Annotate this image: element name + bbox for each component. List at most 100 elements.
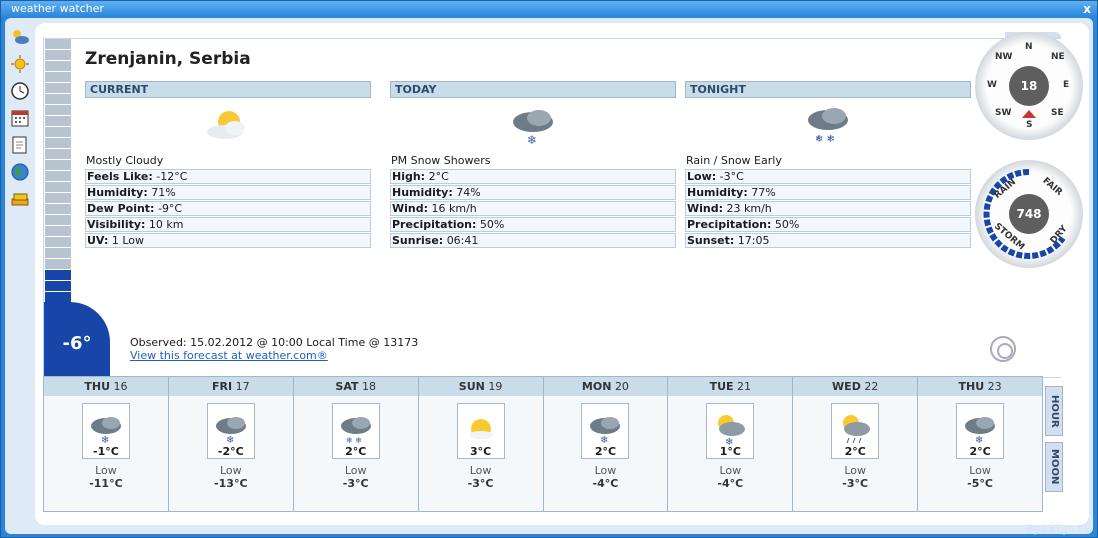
forecast-low-label: Low bbox=[219, 464, 242, 477]
forecast-day[interactable]: WED 22 2°C Low -3°C bbox=[793, 377, 919, 511]
snow-cloud-icon: ❄ bbox=[390, 98, 676, 154]
weather-com-link[interactable]: View this forecast at weather.com® bbox=[130, 349, 418, 362]
temperature-bulb: -6° bbox=[44, 302, 110, 376]
forecast-low: -4°C bbox=[717, 477, 744, 490]
rain-snow-icon: ❄ ❄ bbox=[685, 98, 971, 154]
current-row: Visibility: 10 km bbox=[85, 217, 371, 232]
tonight-row: Precipitation: 50% bbox=[685, 217, 971, 232]
forecast-day[interactable]: FRI 17 ❄ -2°C Low -13°C bbox=[168, 377, 294, 511]
forecast-day[interactable]: SUN 19 3°C Low -3°C bbox=[418, 377, 544, 511]
calendar-icon bbox=[11, 110, 29, 127]
tab-moon[interactable]: MOON bbox=[1045, 442, 1063, 492]
tonight-row: Humidity: 77% bbox=[685, 185, 971, 200]
window-title: weather watcher bbox=[11, 2, 104, 15]
forecast-high: 2°C bbox=[594, 445, 617, 458]
toolbar bbox=[9, 26, 35, 215]
tab-hour[interactable]: HOUR bbox=[1045, 386, 1063, 436]
clock-tool-button[interactable] bbox=[9, 80, 31, 102]
compass-label: W bbox=[987, 80, 997, 90]
forecast-day[interactable]: THU 16 ❄ -1°C Low -11°C bbox=[44, 377, 169, 511]
forecast-high: -2°C bbox=[217, 445, 244, 458]
notes-tool-button[interactable] bbox=[9, 134, 31, 156]
forecast-low: -3°C bbox=[467, 477, 494, 490]
tonight-condition: Rain / Snow Early bbox=[686, 154, 782, 167]
forecast-low-label: Low bbox=[719, 464, 742, 477]
current-section: CURRENT Mostly Cloudy Feels Like: -12°C … bbox=[85, 81, 371, 249]
globe-tool-button[interactable] bbox=[9, 161, 31, 183]
current-header: CURRENT bbox=[85, 81, 371, 98]
compass-label: N bbox=[1025, 42, 1033, 52]
weather-icon bbox=[13, 30, 29, 44]
wind-compass: 18 N NE E SE S SW W NW bbox=[975, 32, 1083, 140]
today-section: TODAY ❄ PM Snow Showers High: 2°C Humidi… bbox=[390, 81, 676, 249]
clock-icon bbox=[11, 82, 29, 100]
forecast-high: 1°C bbox=[719, 445, 741, 458]
forecast-day[interactable]: THU 23 ❄ 2°C Low -5°C bbox=[918, 377, 1042, 511]
forecast-high: 2°C bbox=[345, 445, 367, 458]
svg-text:❄: ❄ bbox=[527, 133, 537, 147]
sun-icon bbox=[11, 55, 29, 73]
today-row: Wind: 16 km/h bbox=[390, 201, 676, 216]
forecast-low-label: Low bbox=[95, 464, 117, 477]
forecast-day[interactable]: SAT 18 ❄ ❄ 2°C Low -3°C bbox=[293, 377, 419, 511]
refresh-icon[interactable] bbox=[990, 336, 1016, 362]
forecast-strip: THU 16 ❄ -1°C Low -11°C FRI 17 ❄ -2°C Lo… bbox=[43, 376, 1043, 512]
forecast-low-label: Low bbox=[969, 464, 991, 477]
forecast-day[interactable]: TUE 21 ❄ 1°C Low -4°C bbox=[668, 377, 794, 511]
svg-text:❄ ❄: ❄ ❄ bbox=[346, 436, 362, 445]
today-header: TODAY bbox=[390, 81, 676, 98]
forecast-high: 2°C bbox=[969, 445, 991, 458]
weather-tool-button[interactable] bbox=[9, 26, 31, 48]
current-row: Humidity: 71% bbox=[85, 185, 371, 200]
forecast-low: -3°C bbox=[342, 477, 369, 490]
compass-label: NW bbox=[995, 52, 1013, 62]
calendar-tool-button[interactable] bbox=[9, 107, 31, 129]
forecast-low: -13°C bbox=[214, 477, 248, 490]
forecast-low: -11°C bbox=[89, 477, 123, 490]
title-bar[interactable]: weather watcher x bbox=[1, 1, 1097, 17]
svg-text:❄ ❄: ❄ ❄ bbox=[815, 134, 835, 145]
forecast-low: -3°C bbox=[842, 477, 869, 490]
main-panel: -6° Zrenjanin, Serbia CURRENT Mostly Clo… bbox=[43, 38, 1061, 378]
app-frame: -6° Zrenjanin, Serbia CURRENT Mostly Clo… bbox=[5, 18, 1093, 534]
notes-icon bbox=[12, 136, 27, 154]
partly-cloudy-icon bbox=[85, 98, 371, 154]
today-row: Sunrise: 06:41 bbox=[390, 233, 676, 248]
tonight-section: TONIGHT ❄ ❄ Rain / Snow Early Low: -3°C … bbox=[685, 81, 971, 249]
current-temperature: -6° bbox=[62, 332, 92, 354]
today-row: Precipitation: 50% bbox=[390, 217, 676, 232]
app-window: weather watcher x -6° Zrenjanin, Serbia … bbox=[0, 0, 1098, 538]
wind-direction-icon bbox=[1022, 110, 1036, 118]
tonight-header: TONIGHT bbox=[685, 81, 971, 98]
stack-icon bbox=[11, 193, 29, 206]
sun-tool-button[interactable] bbox=[9, 53, 31, 75]
today-condition: PM Snow Showers bbox=[391, 154, 491, 167]
tonight-row: Low: -3°C bbox=[685, 169, 971, 184]
current-row: Dew Point: -9°C bbox=[85, 201, 371, 216]
tonight-row: Wind: 23 km/h bbox=[685, 201, 971, 216]
forecast-day[interactable]: MON 20 ❄ 2°C Low -4°C bbox=[543, 377, 669, 511]
today-row: Humidity: 74% bbox=[390, 185, 676, 200]
compass-label: SE bbox=[1051, 108, 1064, 118]
current-condition: Mostly Cloudy bbox=[86, 154, 164, 167]
stack-tool-button[interactable] bbox=[9, 188, 31, 210]
location-title: Zrenjanin, Serbia bbox=[85, 49, 251, 69]
pressure-value: 748 bbox=[1009, 194, 1049, 234]
forecast-high: -1°C bbox=[93, 445, 119, 458]
forecast-low: -5°C bbox=[967, 477, 993, 490]
wind-speed: 18 bbox=[1009, 66, 1049, 106]
today-row: High: 2°C bbox=[390, 169, 676, 184]
brand-watermark: mycity.rs bbox=[1025, 521, 1091, 535]
forecast-low: -4°C bbox=[592, 477, 619, 490]
close-button[interactable]: x bbox=[1083, 1, 1091, 17]
globe-icon bbox=[11, 163, 29, 181]
forecast-low-label: Low bbox=[469, 464, 492, 477]
forecast-high: 2°C bbox=[844, 445, 866, 458]
forecast-low-label: Low bbox=[344, 464, 367, 477]
forecast-high: 3°C bbox=[469, 445, 492, 458]
tonight-row: Sunset: 17:05 bbox=[685, 233, 971, 248]
current-row: Feels Like: -12°C bbox=[85, 169, 371, 184]
compass-label: E bbox=[1063, 80, 1070, 90]
forecast-low-label: Low bbox=[594, 464, 617, 477]
compass-label: NE bbox=[1051, 52, 1065, 62]
